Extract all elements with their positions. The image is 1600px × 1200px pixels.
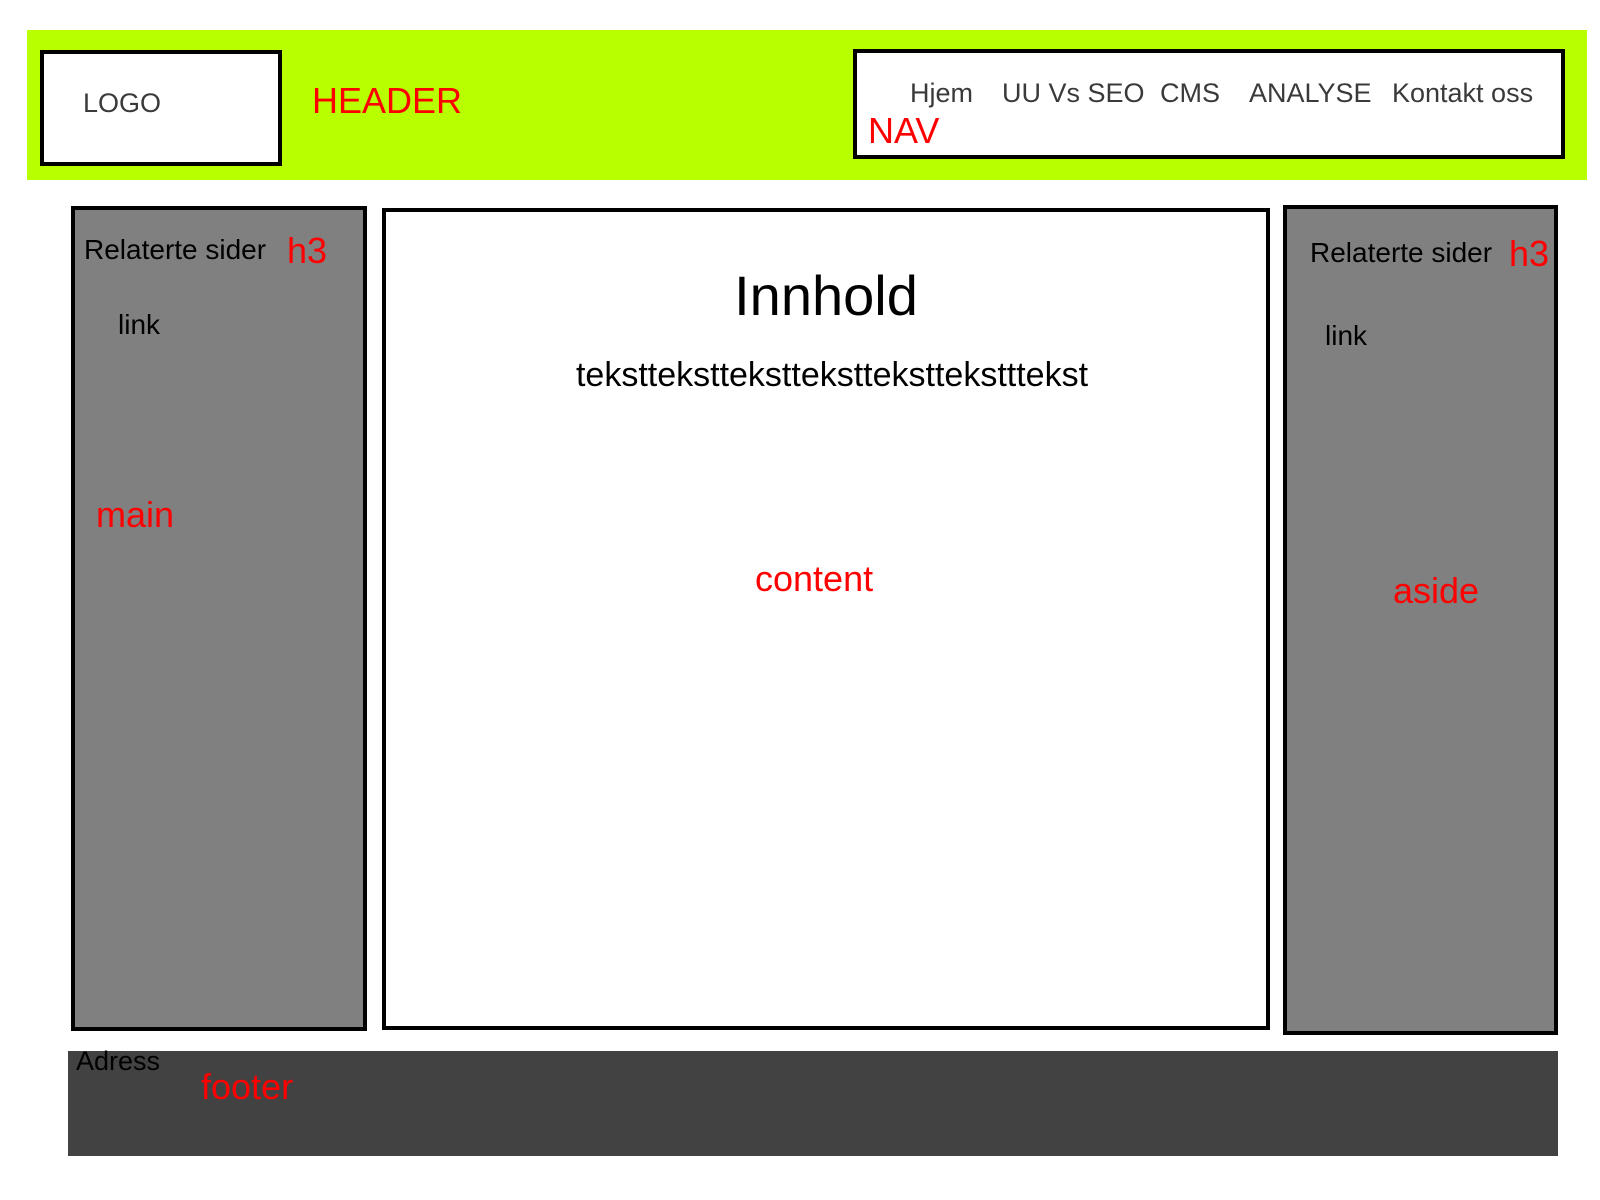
main-column [71,206,367,1031]
main-annotation: main [96,494,175,535]
nav-item-analyse[interactable]: ANALYSE [1249,78,1372,109]
nav-item-kontakt-oss[interactable]: Kontakt oss [1392,78,1533,109]
footer-annotation: footer [201,1066,294,1107]
content-annotation: content [755,558,874,599]
nav-annotation: NAV [868,110,940,151]
nav-item-hjem[interactable]: Hjem [910,78,973,109]
nav-item-uu-vs-seo[interactable]: UU Vs SEO [1002,78,1145,109]
content-title: Innhold [734,264,918,327]
content-text: teksttekstteksttekstteksttekstttekst [575,356,1089,394]
header-annotation: HEADER [312,80,463,121]
main-link[interactable]: link [118,309,160,341]
aside-link[interactable]: link [1325,320,1367,352]
logo-text: LOGO [83,88,162,118]
aside-annotation: aside [1393,570,1480,611]
main-related-heading: Relaterte sider [84,234,267,265]
footer-address: Adress [76,1046,161,1076]
main-h3-annotation: h3 [287,230,328,271]
nav-item-cms[interactable]: CMS [1160,78,1220,109]
aside-h3-annotation: h3 [1509,233,1550,274]
content-column [382,208,1270,1030]
aside-related-heading: Relaterte sider [1310,237,1493,268]
